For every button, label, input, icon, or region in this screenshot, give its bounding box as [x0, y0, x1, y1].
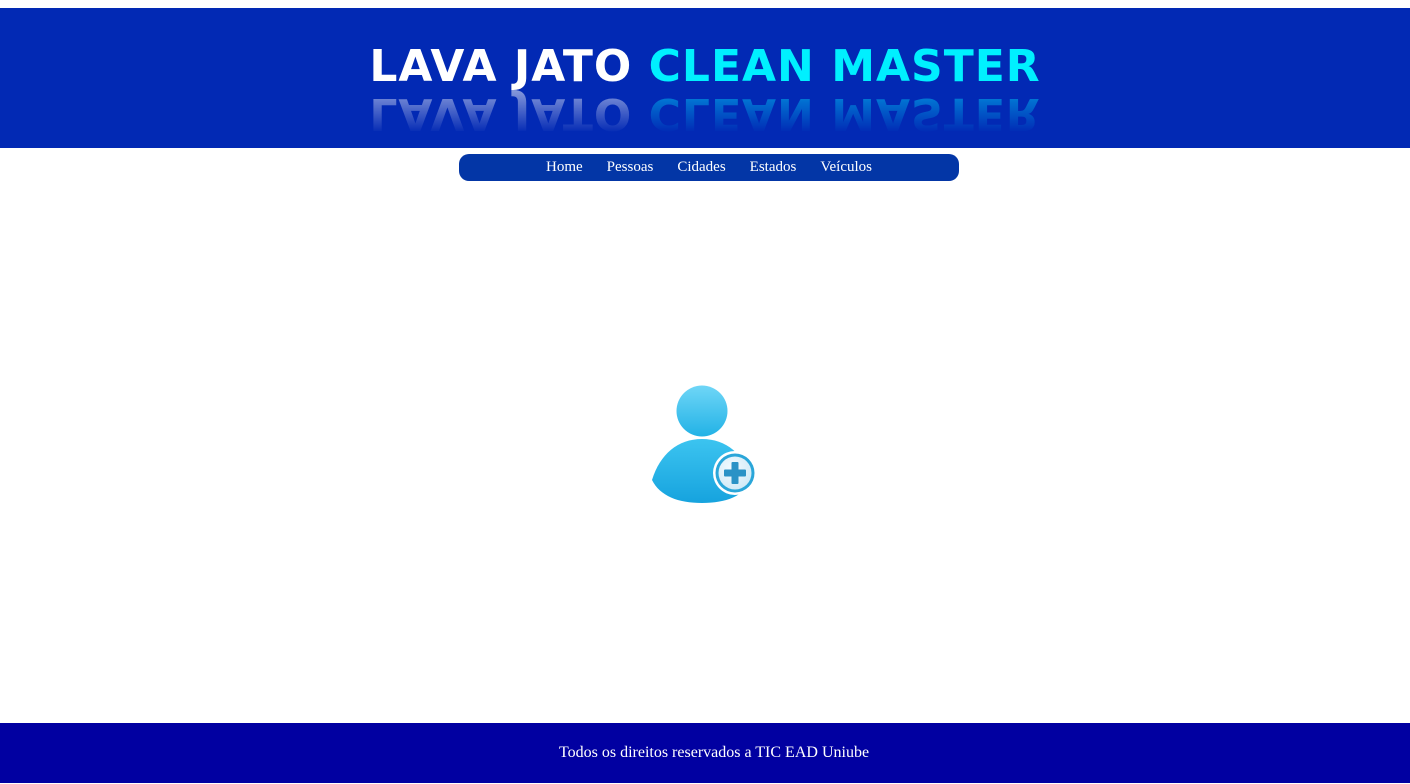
add-user-icon [648, 384, 760, 506]
nav-link-home[interactable]: Home [546, 159, 583, 176]
footer: Todos os direitos reservados a TIC EAD U… [0, 723, 1410, 783]
nav-link-pessoas[interactable]: Pessoas [607, 159, 654, 176]
header-banner: LAVA JATO CLEAN MASTER LAVA JATO CLEAN M… [0, 8, 1410, 148]
logo-reflection-word2: CLEAN MASTER [648, 88, 1041, 139]
site-logo: LAVA JATO CLEAN MASTER [0, 42, 1410, 92]
logo-reflection-word1: LAVA JATO [369, 88, 633, 139]
nav-link-veiculos[interactable]: Veículos [820, 159, 872, 176]
logo-reflection: LAVA JATO CLEAN MASTER [0, 88, 1410, 139]
add-user-icon-graphic [652, 385, 757, 503]
main-navigation: Home Pessoas Cidades Estados Veículos [459, 154, 959, 181]
nav-link-cidades[interactable]: Cidades [677, 159, 725, 176]
page: LAVA JATO CLEAN MASTER LAVA JATO CLEAN M… [0, 0, 1410, 784]
nav-link-estados[interactable]: Estados [750, 159, 797, 176]
footer-copyright-text: Todos os direitos reservados a TIC EAD U… [558, 744, 870, 761]
logo-word-lava-jato: LAVA JATO [369, 41, 633, 92]
logo-word-clean-master: CLEAN MASTER [648, 41, 1041, 92]
